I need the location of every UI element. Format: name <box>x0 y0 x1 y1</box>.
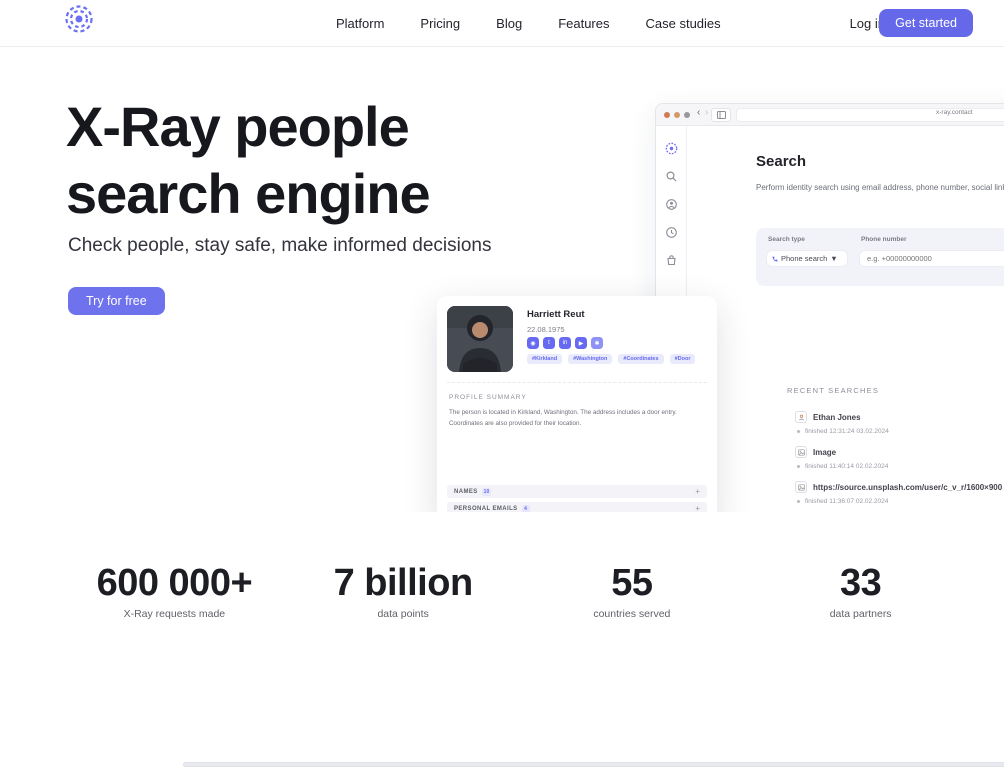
app-main: Search Perform identity search using ema… <box>687 126 1004 512</box>
stat-label: countries served <box>518 608 747 620</box>
recent-search-status: finished 12:31:24 03.02.2024 <box>805 428 889 435</box>
browser-forward-icon[interactable]: › <box>705 107 708 118</box>
search-type-value: Phone search <box>781 254 827 263</box>
recent-searches-heading: RECENT SEARCHES <box>787 386 879 395</box>
search-type-label: Search type <box>768 236 805 243</box>
card-divider <box>447 382 707 383</box>
recent-search-title: https://source.unsplash.com/user/c_v_r/1… <box>813 483 1002 492</box>
phone-number-input[interactable] <box>859 250 1004 267</box>
stat-requests: 600 000+ X-Ray requests made <box>60 562 289 620</box>
tag-kirkland[interactable]: #Kirkland <box>527 354 562 364</box>
traffic-light-close-icon <box>664 112 670 118</box>
app-cart-icon[interactable] <box>665 254 678 267</box>
plus-icon[interactable]: + <box>695 487 700 496</box>
hero-subtitle: Check people, stay safe, make informed d… <box>68 235 492 257</box>
nav-case-studies[interactable]: Case studies <box>646 16 721 31</box>
tag-washington[interactable]: #Washington <box>568 354 612 364</box>
profile-result-card: Harriett Reut 22.08.1975 ◉ t in ▶ ✱ #Kir… <box>437 296 717 512</box>
youtube-icon[interactable]: ▶ <box>575 337 587 349</box>
app-history-icon[interactable] <box>665 226 678 239</box>
traffic-light-zoom-icon <box>684 112 690 118</box>
nav-platform[interactable]: Platform <box>336 16 384 31</box>
recent-search-title: Image <box>813 448 836 457</box>
count-badge: 10 <box>482 488 492 496</box>
profile-name: Harriett Reut <box>527 309 585 320</box>
stat-data-points: 7 billion data points <box>289 562 518 620</box>
plus-icon[interactable]: + <box>695 504 700 512</box>
app-search-icon[interactable] <box>665 170 678 183</box>
twitter-icon[interactable]: t <box>543 337 555 349</box>
profile-summary-text: The person is located in Kirkland, Washi… <box>449 407 701 429</box>
nav-features[interactable]: Features <box>558 16 609 31</box>
instagram-icon[interactable]: ◉ <box>527 337 539 349</box>
accordion-personal-emails[interactable]: PERSONAL EMAILS 4 + <box>447 502 707 512</box>
stat-countries: 55 countries served <box>518 562 747 620</box>
linkedin-icon[interactable]: in <box>559 337 571 349</box>
status-dot <box>797 430 800 433</box>
search-type-dropdown[interactable]: Phone search ▼ <box>766 250 848 267</box>
stat-value: 33 <box>746 562 975 605</box>
stat-value: 600 000+ <box>60 562 289 605</box>
browser-url-text: x-ray.contact <box>936 109 973 116</box>
hero-title: X-Ray people search engine <box>66 93 546 227</box>
tag-door[interactable]: #Door <box>670 354 696 364</box>
phone-number-label: Phone number <box>861 236 907 243</box>
recent-search-title: Ethan Jones <box>813 413 861 422</box>
status-dot <box>797 465 800 468</box>
stats-row: 600 000+ X-Ray requests made 7 billion d… <box>60 562 975 620</box>
status-dot <box>797 500 800 503</box>
accordion-names[interactable]: NAMES 10 + <box>447 485 707 498</box>
profile-social-links: ◉ t in ▶ ✱ <box>527 337 603 349</box>
get-started-button[interactable]: Get started <box>879 9 973 37</box>
profile-tags: #Kirkland #Washington #Coordinates #Door <box>527 354 695 364</box>
section-divider <box>183 762 1004 767</box>
app-page-description: Perform identity search using email addr… <box>756 183 1004 192</box>
stat-label: data points <box>289 608 518 620</box>
profile-birthdate: 22.08.1975 <box>527 325 565 334</box>
recent-search-item[interactable]: https://source.unsplash.com/user/c_v_r/1… <box>787 481 1004 509</box>
profile-photo <box>447 306 513 372</box>
stat-label: data partners <box>746 608 975 620</box>
tag-coordinates[interactable]: #Coordinates <box>618 354 663 364</box>
image-icon <box>795 481 807 493</box>
recent-search-status: finished 11:36:07 02.02.2024 <box>805 498 888 505</box>
phone-icon <box>772 256 778 262</box>
image-icon <box>795 446 807 458</box>
hero-section: X-Ray people search engine Check people,… <box>0 47 1004 512</box>
browser-chrome: ‹ › x-ray.contact <box>656 104 1004 126</box>
accordion-label: PERSONAL EMAILS <box>454 506 518 512</box>
brand-logo-icon[interactable] <box>64 4 94 34</box>
top-nav: Platform Pricing Blog Features Case stud… <box>0 0 1004 47</box>
nav-links: Platform Pricing Blog Features Case stud… <box>336 0 721 47</box>
landing-page: Platform Pricing Blog Features Case stud… <box>0 0 1004 768</box>
app-profile-icon[interactable] <box>665 198 678 211</box>
try-for-free-button[interactable]: Try for free <box>68 287 165 315</box>
search-form-panel: Search type Phone number Phone search ▼ <box>756 228 1004 286</box>
recent-search-status: finished 11:40:14 02.02.2024 <box>805 463 888 470</box>
recent-search-item[interactable]: Image finished 11:40:14 02.02.2024 <box>787 446 1004 474</box>
count-badge: 4 <box>522 505 530 513</box>
profile-summary-heading: PROFILE SUMMARY <box>449 394 527 401</box>
accordion-label: NAMES <box>454 489 478 495</box>
stat-partners: 33 data partners <box>746 562 975 620</box>
nav-blog[interactable]: Blog <box>496 16 522 31</box>
app-page-title: Search <box>756 153 806 170</box>
stat-value: 7 billion <box>289 562 518 605</box>
browser-back-icon[interactable]: ‹ <box>697 107 700 118</box>
stat-label: X-Ray requests made <box>60 608 289 620</box>
person-icon <box>795 411 807 423</box>
recent-search-item[interactable]: Ethan Jones finished 12:31:24 03.02.2024 <box>787 411 1004 439</box>
web-icon[interactable]: ✱ <box>591 337 603 349</box>
traffic-light-minimize-icon <box>674 112 680 118</box>
app-logo-icon[interactable] <box>665 142 678 155</box>
chevron-down-icon: ▼ <box>830 254 837 263</box>
browser-sidebar-icon[interactable] <box>711 108 731 122</box>
nav-pricing[interactable]: Pricing <box>420 16 460 31</box>
stat-value: 55 <box>518 562 747 605</box>
